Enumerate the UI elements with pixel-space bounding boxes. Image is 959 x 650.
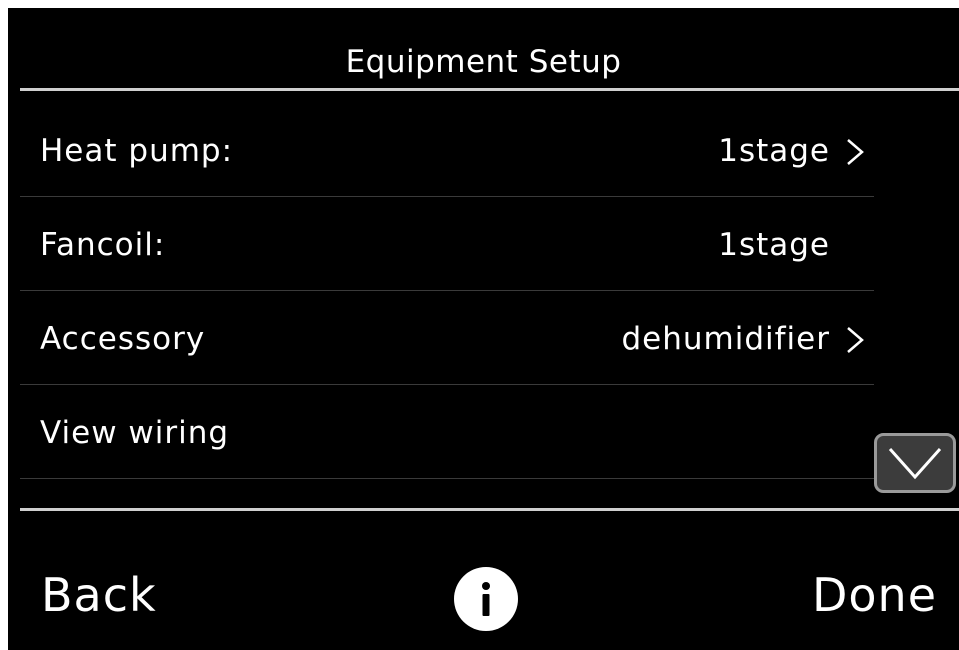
list-item-value: dehumidifier <box>621 321 830 357</box>
title-bar: Equipment Setup <box>8 8 959 88</box>
list-item-accessory[interactable]: Accessory dehumidifier <box>20 291 874 385</box>
chevron-right-icon <box>847 327 864 353</box>
list-item-label: Fancoil: <box>40 227 166 263</box>
footer-divider <box>20 508 959 511</box>
chevron-right-icon <box>847 139 864 165</box>
page-title: Equipment Setup <box>345 44 622 80</box>
list-item-label: Accessory <box>40 321 206 357</box>
scroll-down-button[interactable] <box>874 433 956 493</box>
info-icon[interactable] <box>454 567 518 631</box>
back-button[interactable]: Back <box>41 568 157 622</box>
row-divider <box>20 478 874 479</box>
done-button[interactable]: Done <box>812 568 937 622</box>
title-divider <box>20 88 959 91</box>
list-item-value: 1stage <box>718 227 830 263</box>
list-item-heat-pump[interactable]: Heat pump: 1stage <box>20 103 874 197</box>
list-item-view-wiring[interactable]: View wiring <box>20 385 874 479</box>
list-item-fancoil[interactable]: Fancoil: 1stage <box>20 197 874 291</box>
list-item-value: 1stage <box>718 133 830 169</box>
list-item-label: View wiring <box>40 415 230 451</box>
list-item-label: Heat pump: <box>40 133 234 169</box>
thermostat-screen: Equipment Setup Heat pump: 1stage Fancoi… <box>8 8 959 650</box>
